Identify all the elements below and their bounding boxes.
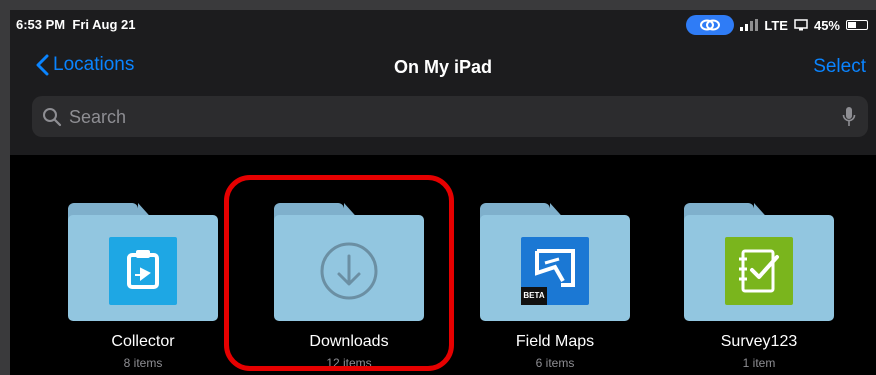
collector-app-icon (109, 237, 177, 305)
search-icon (43, 108, 62, 127)
folder-collector[interactable]: Collector 8 items (68, 203, 218, 370)
folder-downloads[interactable]: Downloads 12 items (274, 203, 424, 370)
status-time-date: 6:53 PM Fri Aug 21 (16, 17, 135, 32)
status-bar: 6:53 PM Fri Aug 21 LTE 45% (10, 10, 876, 40)
folder-icon (684, 203, 834, 321)
search-bar[interactable] (32, 96, 868, 139)
folder-icon (274, 203, 424, 321)
search-input[interactable] (67, 96, 831, 139)
folder-name: Downloads (309, 333, 389, 350)
orientation-lock-icon (794, 19, 808, 31)
status-date: Fri Aug 21 (72, 17, 136, 32)
status-time: 6:53 PM (16, 17, 66, 32)
folder-item-count: 6 items (535, 356, 575, 370)
folder-name: Survey123 (720, 333, 798, 350)
beta-badge: BETA (521, 287, 547, 305)
download-arrow-icon (320, 242, 378, 300)
survey123-app-icon (725, 237, 793, 305)
folder-icon (68, 203, 218, 321)
linked-device-icon (686, 15, 735, 35)
network-type: LTE (764, 17, 788, 33)
microphone-icon[interactable] (842, 106, 856, 128)
select-button[interactable]: Select (813, 56, 866, 78)
folder-name: Collector (111, 333, 175, 350)
battery-icon (846, 20, 868, 30)
ipad-screen: 6:53 PM Fri Aug 21 LTE 45% Locations On … (10, 10, 876, 375)
folder-name: Field Maps (515, 333, 595, 350)
folder-survey123[interactable]: Survey123 1 item (684, 203, 834, 370)
folder-icon: BETA (480, 203, 630, 321)
field-maps-app-icon: BETA (521, 237, 589, 305)
battery-percent: 45% (813, 17, 840, 33)
folder-field-maps[interactable]: BETA Field Maps 6 items (480, 203, 630, 370)
folder-item-count: 12 items (326, 356, 372, 370)
folder-item-count: 1 item (742, 356, 776, 370)
cellular-signal-icon (740, 19, 759, 31)
status-indicators: LTE 45% (686, 15, 868, 35)
page-title: On My iPad (393, 57, 492, 77)
navigation-bar: Locations On My iPad Select (10, 48, 876, 88)
folder-grid: Collector 8 items Downloads 12 items BET… (10, 155, 876, 375)
folder-item-count: 8 items (123, 356, 163, 370)
